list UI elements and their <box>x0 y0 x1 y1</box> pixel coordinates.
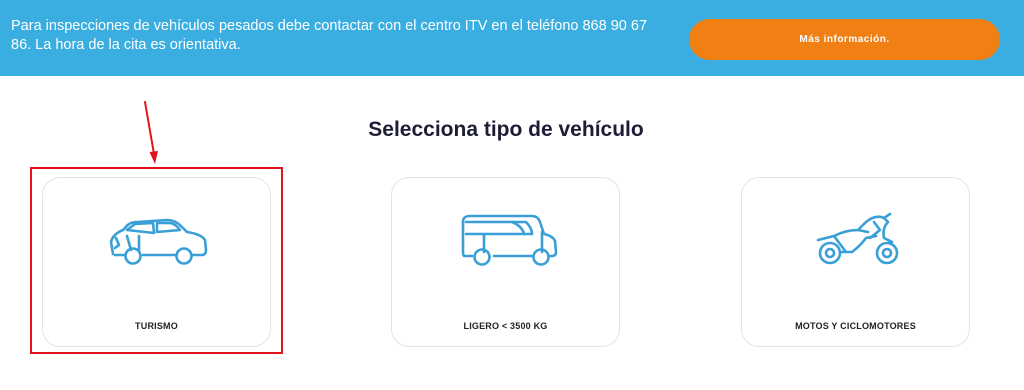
page: Para inspecciones de vehículos pesados d… <box>0 0 1024 390</box>
van-icon <box>461 214 558 266</box>
vehicle-card-ligero[interactable]: LIGERO < 3500 KG <box>391 177 620 347</box>
banner-message: Para inspecciones de vehículos pesados d… <box>11 17 671 55</box>
vehicle-card-turismo[interactable]: TURISMO <box>42 177 271 347</box>
vehicle-label-motos: MOTOS Y CICLOMOTORES <box>795 321 916 331</box>
vehicle-label-turismo: TURISMO <box>135 321 178 331</box>
banner-message-line-1: Para inspecciones de vehículos pesados d… <box>11 18 648 34</box>
vehicle-card-motos[interactable]: MOTOS Y CICLOMOTORES <box>741 177 970 347</box>
section-title: Selecciona tipo de vehículo <box>368 118 644 141</box>
vehicle-label-ligero: LIGERO < 3500 KG <box>463 321 548 331</box>
info-banner: Para inspecciones de vehículos pesados d… <box>0 0 1024 76</box>
banner-message-line-2: 86. La hora de la cita es orientativa. <box>11 37 241 53</box>
motorcycle-icon <box>816 212 899 265</box>
car-icon <box>109 218 208 265</box>
more-info-button[interactable]: Más información. <box>689 19 1000 60</box>
